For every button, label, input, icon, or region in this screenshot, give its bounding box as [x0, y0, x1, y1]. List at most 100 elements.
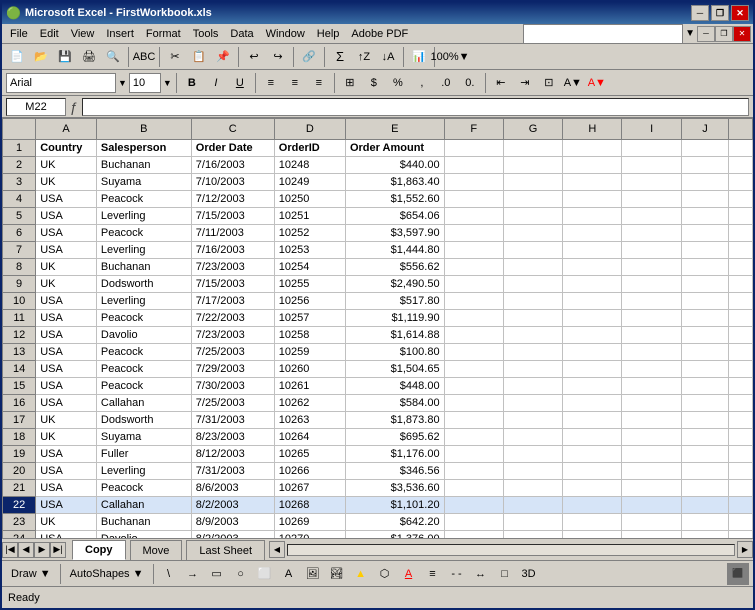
cell-r23-c6[interactable] [503, 514, 562, 531]
header-cell-7[interactable] [563, 140, 622, 157]
cell-r6-c7[interactable] [563, 225, 622, 242]
cell-r6-c2[interactable]: 7/11/2003 [191, 225, 274, 242]
cell-r12-c10[interactable] [729, 327, 753, 344]
cell-r20-c4[interactable]: $346.56 [345, 463, 444, 480]
cell-r21-c1[interactable]: Peacock [96, 480, 191, 497]
cell-r21-c5[interactable] [444, 480, 503, 497]
sort-asc-button[interactable]: ↑Z [353, 46, 375, 68]
line-color-button[interactable]: ⬡ [374, 563, 396, 585]
shadow-button[interactable]: □ [494, 563, 516, 585]
cell-r6-c4[interactable]: $3,597.90 [345, 225, 444, 242]
cell-r14-c2[interactable]: 7/29/2003 [191, 361, 274, 378]
cell-r8-c2[interactable]: 7/23/2003 [191, 259, 274, 276]
cell-r3-c4[interactable]: $1,863.40 [345, 174, 444, 191]
textbox-button[interactable]: ⬜ [254, 563, 276, 585]
cell-r3-c6[interactable] [503, 174, 562, 191]
cell-r13-c10[interactable] [729, 344, 753, 361]
cell-r24-c6[interactable] [503, 531, 562, 539]
header-cell-8[interactable] [622, 140, 681, 157]
sort-desc-button[interactable]: ↓A [377, 46, 399, 68]
cell-r4-c5[interactable] [444, 191, 503, 208]
cell-r12-c6[interactable] [503, 327, 562, 344]
cell-r18-c0[interactable]: UK [36, 429, 97, 446]
minimize-button[interactable]: ─ [691, 5, 709, 21]
cell-r11-c5[interactable] [444, 310, 503, 327]
cell-r16-c8[interactable] [622, 395, 681, 412]
row-number-24[interactable]: 24 [3, 531, 36, 539]
cell-r6-c10[interactable] [729, 225, 753, 242]
hyperlink-button[interactable]: 🔗 [298, 46, 320, 68]
cell-r8-c9[interactable] [681, 259, 728, 276]
cell-r9-c1[interactable]: Dodsworth [96, 276, 191, 293]
cell-r2-c0[interactable]: UK [36, 157, 97, 174]
cell-r11-c7[interactable] [563, 310, 622, 327]
cell-r14-c8[interactable] [622, 361, 681, 378]
cell-r20-c8[interactable] [622, 463, 681, 480]
cell-r14-c3[interactable]: 10260 [274, 361, 345, 378]
cell-r19-c7[interactable] [563, 446, 622, 463]
undo-button[interactable]: ↩ [243, 46, 265, 68]
cell-r18-c1[interactable]: Suyama [96, 429, 191, 446]
cell-r2-c2[interactable]: 7/16/2003 [191, 157, 274, 174]
cell-r15-c2[interactable]: 7/30/2003 [191, 378, 274, 395]
cell-r4-c3[interactable]: 10250 [274, 191, 345, 208]
menu-edit[interactable]: Edit [34, 24, 65, 43]
cell-r7-c3[interactable]: 10253 [274, 242, 345, 259]
help-dropdown[interactable]: ▼ [683, 28, 697, 39]
cell-r9-c4[interactable]: $2,490.50 [345, 276, 444, 293]
cell-r12-c1[interactable]: Davolio [96, 327, 191, 344]
cell-r22-c5[interactable] [444, 497, 503, 514]
row-number-5[interactable]: 5 [3, 208, 36, 225]
cell-r8-c0[interactable]: UK [36, 259, 97, 276]
cut-button[interactable]: ✂ [164, 46, 186, 68]
comma-button[interactable]: , [411, 72, 433, 94]
draw-button[interactable]: Draw ▼ [6, 563, 56, 585]
cell-r23-c3[interactable]: 10269 [274, 514, 345, 531]
cell-r11-c2[interactable]: 7/22/2003 [191, 310, 274, 327]
arrow-style-button[interactable]: ↔ [470, 563, 492, 585]
cell-r3-c3[interactable]: 10249 [274, 174, 345, 191]
wordart-button[interactable]: A [278, 563, 300, 585]
cell-r10-c2[interactable]: 7/17/2003 [191, 293, 274, 310]
cell-r4-c9[interactable] [681, 191, 728, 208]
cell-r14-c10[interactable] [729, 361, 753, 378]
menu-view[interactable]: View [65, 24, 101, 43]
cell-r7-c8[interactable] [622, 242, 681, 259]
cell-r16-c7[interactable] [563, 395, 622, 412]
cell-r20-c7[interactable] [563, 463, 622, 480]
cell-r22-c0[interactable]: USA [36, 497, 97, 514]
decrease-indent-button[interactable]: ⇤ [490, 72, 512, 94]
cell-r20-c0[interactable]: USA [36, 463, 97, 480]
size-dropdown-icon[interactable]: ▼ [163, 78, 172, 88]
menu-help[interactable]: Help [311, 24, 346, 43]
cell-r21-c2[interactable]: 8/6/2003 [191, 480, 274, 497]
cell-r17-c8[interactable] [622, 412, 681, 429]
new-button[interactable]: 📄 [6, 46, 28, 68]
chart-button[interactable]: 📊 [408, 46, 430, 68]
cell-r16-c4[interactable]: $584.00 [345, 395, 444, 412]
cell-r18-c10[interactable] [729, 429, 753, 446]
menu-tools[interactable]: Tools [187, 24, 225, 43]
cell-r7-c0[interactable]: USA [36, 242, 97, 259]
cell-r10-c7[interactable] [563, 293, 622, 310]
cell-r13-c8[interactable] [622, 344, 681, 361]
cell-r22-c3[interactable]: 10268 [274, 497, 345, 514]
menu-window[interactable]: Window [260, 24, 311, 43]
cell-r22-c2[interactable]: 8/2/2003 [191, 497, 274, 514]
cell-r5-c6[interactable] [503, 208, 562, 225]
col-header-b[interactable]: B [96, 119, 191, 140]
cell-r9-c3[interactable]: 10255 [274, 276, 345, 293]
cell-r11-c0[interactable]: USA [36, 310, 97, 327]
cell-r14-c5[interactable] [444, 361, 503, 378]
row-number-14[interactable]: 14 [3, 361, 36, 378]
cell-r23-c2[interactable]: 8/9/2003 [191, 514, 274, 531]
cell-r15-c3[interactable]: 10261 [274, 378, 345, 395]
cell-r15-c9[interactable] [681, 378, 728, 395]
col-header-e[interactable]: E [345, 119, 444, 140]
cell-r20-c5[interactable] [444, 463, 503, 480]
clipart-button[interactable]: 🖼 [302, 563, 324, 585]
cell-r19-c8[interactable] [622, 446, 681, 463]
help-minimize[interactable]: ─ [697, 26, 715, 42]
cell-r13-c0[interactable]: USA [36, 344, 97, 361]
cell-r2-c8[interactable] [622, 157, 681, 174]
